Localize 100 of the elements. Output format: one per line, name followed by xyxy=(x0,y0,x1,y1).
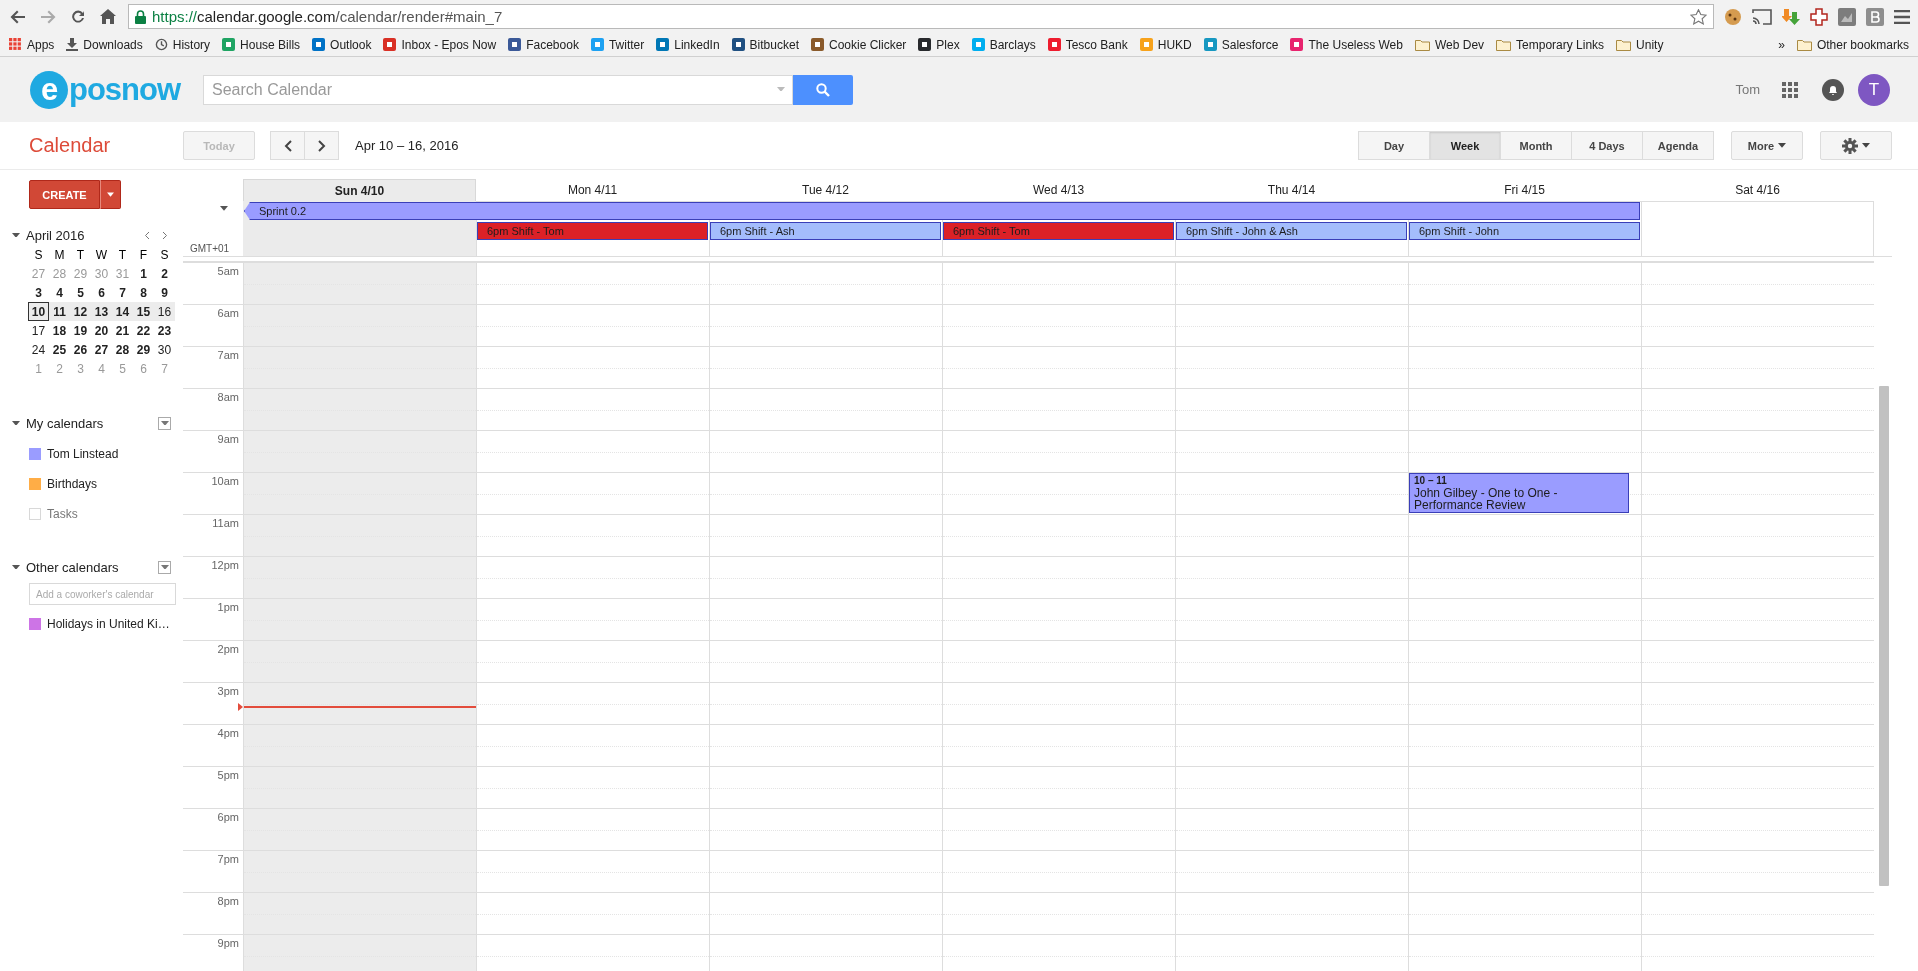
time-slot[interactable] xyxy=(709,724,942,766)
time-slot[interactable] xyxy=(942,598,1175,640)
time-slot[interactable] xyxy=(1408,682,1641,724)
time-slot[interactable] xyxy=(1408,892,1641,934)
day-header[interactable]: Thu 4/14 xyxy=(1175,179,1408,201)
bookmark[interactable]: Apps xyxy=(4,35,60,54)
mini-day[interactable]: 27 xyxy=(91,340,112,359)
bookmark[interactable]: Outlook xyxy=(307,35,377,54)
bookmark[interactable]: LinkedIn xyxy=(651,35,725,54)
mini-day[interactable]: 21 xyxy=(112,321,133,340)
address-bar[interactable]: https://calendar.google.com/calendar/render#main_7 xyxy=(128,4,1714,29)
time-slot[interactable] xyxy=(1641,388,1874,430)
time-slot[interactable] xyxy=(1408,430,1641,472)
mini-day[interactable]: 6 xyxy=(91,283,112,302)
time-slot[interactable] xyxy=(942,430,1175,472)
time-slot[interactable] xyxy=(1641,472,1874,514)
time-slot[interactable] xyxy=(1641,304,1874,346)
bookmark[interactable]: HUKD xyxy=(1134,35,1197,54)
time-slot[interactable] xyxy=(1641,766,1874,808)
mini-week[interactable]: 24 25 26 27 28 29 30 xyxy=(28,340,175,359)
bookmark[interactable]: History xyxy=(149,35,216,54)
previous-button[interactable] xyxy=(270,131,305,160)
time-slot[interactable] xyxy=(1641,892,1874,934)
all-day-event[interactable]: Sprint 0.2 xyxy=(244,202,1640,220)
time-slot[interactable] xyxy=(709,808,942,850)
mini-day[interactable]: 7 xyxy=(112,283,133,302)
time-slot[interactable] xyxy=(1175,304,1408,346)
time-slot[interactable] xyxy=(1408,304,1641,346)
mini-day[interactable]: 17 xyxy=(28,321,49,340)
time-slot[interactable] xyxy=(1175,934,1408,971)
time-slot[interactable] xyxy=(476,556,709,598)
time-slot[interactable] xyxy=(709,346,942,388)
mini-week[interactable]: 10 11 12 13 14 15 16 xyxy=(28,302,175,321)
time-slot[interactable] xyxy=(1408,346,1641,388)
time-slot[interactable] xyxy=(476,682,709,724)
bookmark[interactable]: Facebook xyxy=(503,35,584,54)
time-slot[interactable] xyxy=(1175,430,1408,472)
day-header[interactable]: Tue 4/12 xyxy=(709,179,942,201)
mini-day[interactable]: 19 xyxy=(70,321,91,340)
mini-week[interactable]: 17 18 19 20 21 22 23 xyxy=(28,321,175,340)
time-slot[interactable] xyxy=(709,514,942,556)
time-slot[interactable] xyxy=(476,892,709,934)
mini-day[interactable]: 30 xyxy=(154,340,175,359)
time-slot[interactable] xyxy=(709,892,942,934)
calendar-item[interactable]: Birthdays xyxy=(29,469,183,499)
create-menu-button[interactable] xyxy=(100,180,121,209)
time-slot[interactable] xyxy=(709,766,942,808)
time-slot[interactable] xyxy=(1408,262,1641,304)
time-slot[interactable] xyxy=(1641,850,1874,892)
time-slot[interactable] xyxy=(476,598,709,640)
all-day-event[interactable]: 6pm Shift - John xyxy=(1409,222,1640,240)
cross-icon[interactable] xyxy=(1810,7,1828,26)
mini-day[interactable]: 24 xyxy=(28,340,49,359)
bookmark[interactable]: Bitbucket xyxy=(726,35,804,54)
all-day-event[interactable]: 6pm Shift - John & Ash xyxy=(1176,222,1407,240)
time-slot[interactable] xyxy=(1408,850,1641,892)
star-icon[interactable] xyxy=(1690,8,1707,25)
time-slot[interactable] xyxy=(476,304,709,346)
time-slot[interactable] xyxy=(1641,430,1874,472)
time-slot[interactable] xyxy=(476,472,709,514)
time-slot[interactable] xyxy=(1408,598,1641,640)
calendar-item[interactable]: Tom Linstead xyxy=(29,439,183,469)
time-slot[interactable] xyxy=(709,472,942,514)
bell-icon[interactable] xyxy=(1822,78,1844,101)
mini-day[interactable]: 2 xyxy=(154,264,175,283)
time-slot[interactable] xyxy=(1175,346,1408,388)
mini-day[interactable]: 14 xyxy=(112,302,133,321)
time-slot[interactable] xyxy=(942,808,1175,850)
add-calendar-field[interactable]: Add a coworker's calendar xyxy=(29,583,176,605)
time-slot[interactable] xyxy=(709,388,942,430)
time-slot[interactable] xyxy=(476,430,709,472)
calendar-item[interactable]: Tasks xyxy=(29,499,183,529)
extension-icon[interactable] xyxy=(1838,7,1856,26)
time-slot[interactable] xyxy=(942,304,1175,346)
bookmark[interactable]: Cookie Clicker xyxy=(805,35,912,54)
time-slot[interactable] xyxy=(1641,640,1874,682)
time-slot[interactable] xyxy=(942,388,1175,430)
avatar[interactable]: T xyxy=(1858,73,1890,106)
time-slot[interactable] xyxy=(1175,388,1408,430)
time-slot[interactable] xyxy=(1175,640,1408,682)
mini-day[interactable]: 28 xyxy=(112,340,133,359)
time-slot[interactable] xyxy=(476,934,709,971)
time-slot[interactable] xyxy=(942,514,1175,556)
time-slot[interactable] xyxy=(1641,346,1874,388)
time-slot[interactable] xyxy=(709,262,942,304)
mini-week[interactable]: 27 28 29 30 31 1 2 xyxy=(28,264,175,283)
time-slot[interactable] xyxy=(476,850,709,892)
time-slot[interactable] xyxy=(942,682,1175,724)
time-slot[interactable] xyxy=(942,262,1175,304)
mini-day[interactable]: 4 xyxy=(49,283,70,302)
time-slot[interactable] xyxy=(709,430,942,472)
section-menu-button[interactable] xyxy=(158,560,171,574)
section-menu-button[interactable] xyxy=(158,416,171,430)
time-slot[interactable] xyxy=(709,640,942,682)
time-slot[interactable] xyxy=(709,304,942,346)
search-field[interactable]: Search Calendar xyxy=(203,74,793,105)
mini-day[interactable]: 8 xyxy=(133,283,154,302)
bookmark[interactable]: Inbox - Epos Now xyxy=(378,35,502,54)
time-slot[interactable] xyxy=(1175,514,1408,556)
time-slot[interactable] xyxy=(476,262,709,304)
